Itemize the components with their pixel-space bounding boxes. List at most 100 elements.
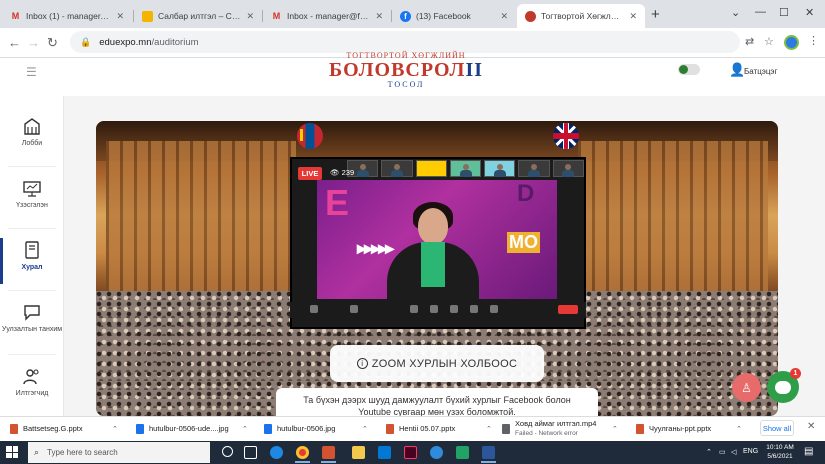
meeting-room-icon xyxy=(24,305,40,321)
sidebar-item-exhibition[interactable]: Үзэсгэлэн xyxy=(0,168,64,230)
backdrop-letter: MO xyxy=(507,232,540,253)
tab-active-site[interactable]: Тогтвортой Хөгжлийн Боловсрол II ✕ xyxy=(517,4,645,28)
network-icon[interactable]: ▭ xyxy=(719,448,726,456)
participant-thumb xyxy=(415,160,447,177)
download-options-icon[interactable]: ⌃ xyxy=(112,416,126,441)
minimize-icon[interactable]: — xyxy=(755,6,766,18)
sidebar-item-label: Илтгэгчид xyxy=(15,390,49,397)
cortana-icon[interactable] xyxy=(222,446,233,457)
language-indicator[interactable]: ENG xyxy=(743,448,758,455)
speaker-video: E ▸▸▸▸▸ MO D xyxy=(317,180,557,299)
volume-icon[interactable]: ◁ xyxy=(731,448,736,456)
reload-icon[interactable]: ↻ xyxy=(47,35,58,51)
windows-start-icon[interactable] xyxy=(6,446,18,458)
sidebar-item-meeting-room[interactable]: Уулзалтын танхим xyxy=(0,292,64,354)
download-options-icon[interactable]: ⌃ xyxy=(612,416,626,441)
tab-title: Салбар илтгэл – Conference - Google xyxy=(158,11,240,21)
close-icon[interactable]: ✕ xyxy=(246,11,254,22)
clock-time: 10:10 AM xyxy=(766,444,794,451)
close-download-bar-icon[interactable]: ✕ xyxy=(807,421,815,432)
mail-icon[interactable] xyxy=(378,446,391,459)
maximize-icon[interactable]: ☐ xyxy=(779,6,789,19)
participant-thumb xyxy=(518,160,550,177)
tab-title: Inbox (1) - manager.itcne@gmail.com xyxy=(26,11,111,21)
help-button[interactable]: ♙ xyxy=(732,373,761,402)
profile-avatar[interactable] xyxy=(784,35,799,50)
notifications-icon[interactable]: ▤ xyxy=(804,446,813,457)
chat-badge: 1 xyxy=(790,368,801,379)
excel-icon[interactable] xyxy=(456,446,469,459)
translate-icon[interactable]: ⇄ xyxy=(745,35,754,48)
menu-icon[interactable]: ☰ xyxy=(26,65,37,79)
sidebar-item-label: Үзэсгэлэн xyxy=(16,202,48,209)
site-logo[interactable]: ТОГТВОРТОЙ ХӨГЖЛИЙН БОЛОВСРОЛII ТОСОЛ xyxy=(326,51,486,91)
file-explorer-icon[interactable] xyxy=(352,446,365,459)
messenger-icon[interactable] xyxy=(270,446,283,459)
show-all-downloads-button[interactable]: Show all xyxy=(760,420,794,436)
window-close-icon[interactable]: ✕ xyxy=(805,6,814,19)
download-name: Чуулганы-ppt.pptx xyxy=(649,424,712,433)
tab-search-icon[interactable]: ⌄ xyxy=(731,6,740,19)
bookmark-star-icon[interactable]: ☆ xyxy=(764,35,774,48)
zoom-link-button[interactable]: i ZOOM ХУРЛЫН ХОЛБООС xyxy=(330,345,544,382)
download-options-icon[interactable]: ⌃ xyxy=(242,416,256,441)
tab-facebook[interactable]: f (13) Facebook ✕ xyxy=(392,4,516,28)
word-icon[interactable] xyxy=(482,446,495,459)
end-meeting-button[interactable] xyxy=(558,305,578,314)
tab-slides[interactable]: Салбар илтгэл – Conference - Google ✕ xyxy=(134,4,262,28)
gmail-icon: M xyxy=(272,11,281,21)
download-options-icon[interactable]: ⌃ xyxy=(486,416,500,441)
sidebar-item-speakers[interactable]: Илтгэгчид xyxy=(0,356,64,418)
tab-gmail-2[interactable]: M Inbox - manager@feemongolia.mn ✕ xyxy=(263,4,391,28)
uk-flag-icon[interactable] xyxy=(553,123,579,149)
facebook-icon: f xyxy=(400,10,411,22)
taskbar-search-input[interactable]: ⌕ Type here to search xyxy=(28,442,210,463)
close-icon[interactable]: ✕ xyxy=(375,11,383,22)
powerpoint-icon[interactable] xyxy=(322,446,335,459)
download-name: hutulbur-0506-ude....jpg xyxy=(149,424,229,433)
taskbar-clock[interactable]: 10:10 AM 5/6/2021 xyxy=(762,443,798,461)
download-name: Hentii 05.07.pptx xyxy=(399,424,456,433)
sidebar-item-label: Хурал xyxy=(21,264,43,271)
user-icon[interactable]: 👤 xyxy=(729,62,745,78)
close-icon[interactable]: ✕ xyxy=(116,11,124,22)
video-file-icon xyxy=(502,423,510,434)
download-item[interactable]: Battsetseg.G.pptx xyxy=(10,416,120,441)
close-icon[interactable]: ✕ xyxy=(500,11,508,22)
download-status: Failed - Network error xyxy=(515,430,578,437)
indesign-icon[interactable] xyxy=(404,446,417,459)
download-options-icon[interactable]: ⌃ xyxy=(736,416,750,441)
google-slides-icon xyxy=(142,10,153,22)
new-tab-icon[interactable]: + xyxy=(651,6,660,23)
zoom-link-label: ZOOM ХУРЛЫН ХОЛБООС xyxy=(371,357,518,370)
address-bar[interactable]: 🔒 eduexpo.mn/auditorium xyxy=(70,31,740,53)
edge-icon[interactable] xyxy=(430,446,443,459)
sidebar-item-lobby[interactable]: Лобби xyxy=(0,106,64,168)
participant-thumb xyxy=(381,160,413,177)
download-item[interactable]: hutulbur-0506-ude....jpg xyxy=(136,416,246,441)
download-item-failed[interactable]: Ховд аймаг илтгэл.mp4 Failed - Network e… xyxy=(502,416,612,441)
sidebar-item-conference[interactable]: Хурал xyxy=(0,230,64,292)
tray-overflow-icon[interactable]: ⌃ xyxy=(706,448,712,456)
download-item[interactable]: hutulbur-0506.jpg xyxy=(264,416,364,441)
mongolian-flag-icon[interactable] xyxy=(297,123,323,149)
download-name: Ховд аймаг илтгэл.mp4 xyxy=(515,419,597,428)
close-icon[interactable]: ✕ xyxy=(629,11,637,22)
theme-toggle[interactable] xyxy=(678,64,700,75)
user-name[interactable]: Батцэцэг xyxy=(744,67,777,76)
task-view-icon[interactable] xyxy=(244,446,257,459)
logo-line3: ТОСОЛ xyxy=(387,80,425,89)
participant-thumbnails xyxy=(347,160,584,177)
url-host: eduexpo.mn xyxy=(99,36,152,48)
download-item[interactable]: Hentii 05.07.pptx xyxy=(386,416,486,441)
backdrop-arrows: ▸▸▸▸▸ xyxy=(357,238,394,258)
chrome-icon[interactable] xyxy=(296,446,309,459)
download-item[interactable]: Чуулганы-ppt.pptx xyxy=(636,416,736,441)
viewer-count: 👁 239 xyxy=(330,168,354,177)
browser-menu-icon[interactable]: ⋮ xyxy=(808,34,819,47)
tab-gmail-1[interactable]: M Inbox (1) - manager.itcne@gmail.com ✕ xyxy=(2,4,132,28)
back-icon[interactable]: ← xyxy=(8,35,21,50)
download-options-icon[interactable]: ⌃ xyxy=(362,416,376,441)
forward-icon[interactable]: → xyxy=(27,35,40,50)
info-icon: i xyxy=(356,358,368,369)
